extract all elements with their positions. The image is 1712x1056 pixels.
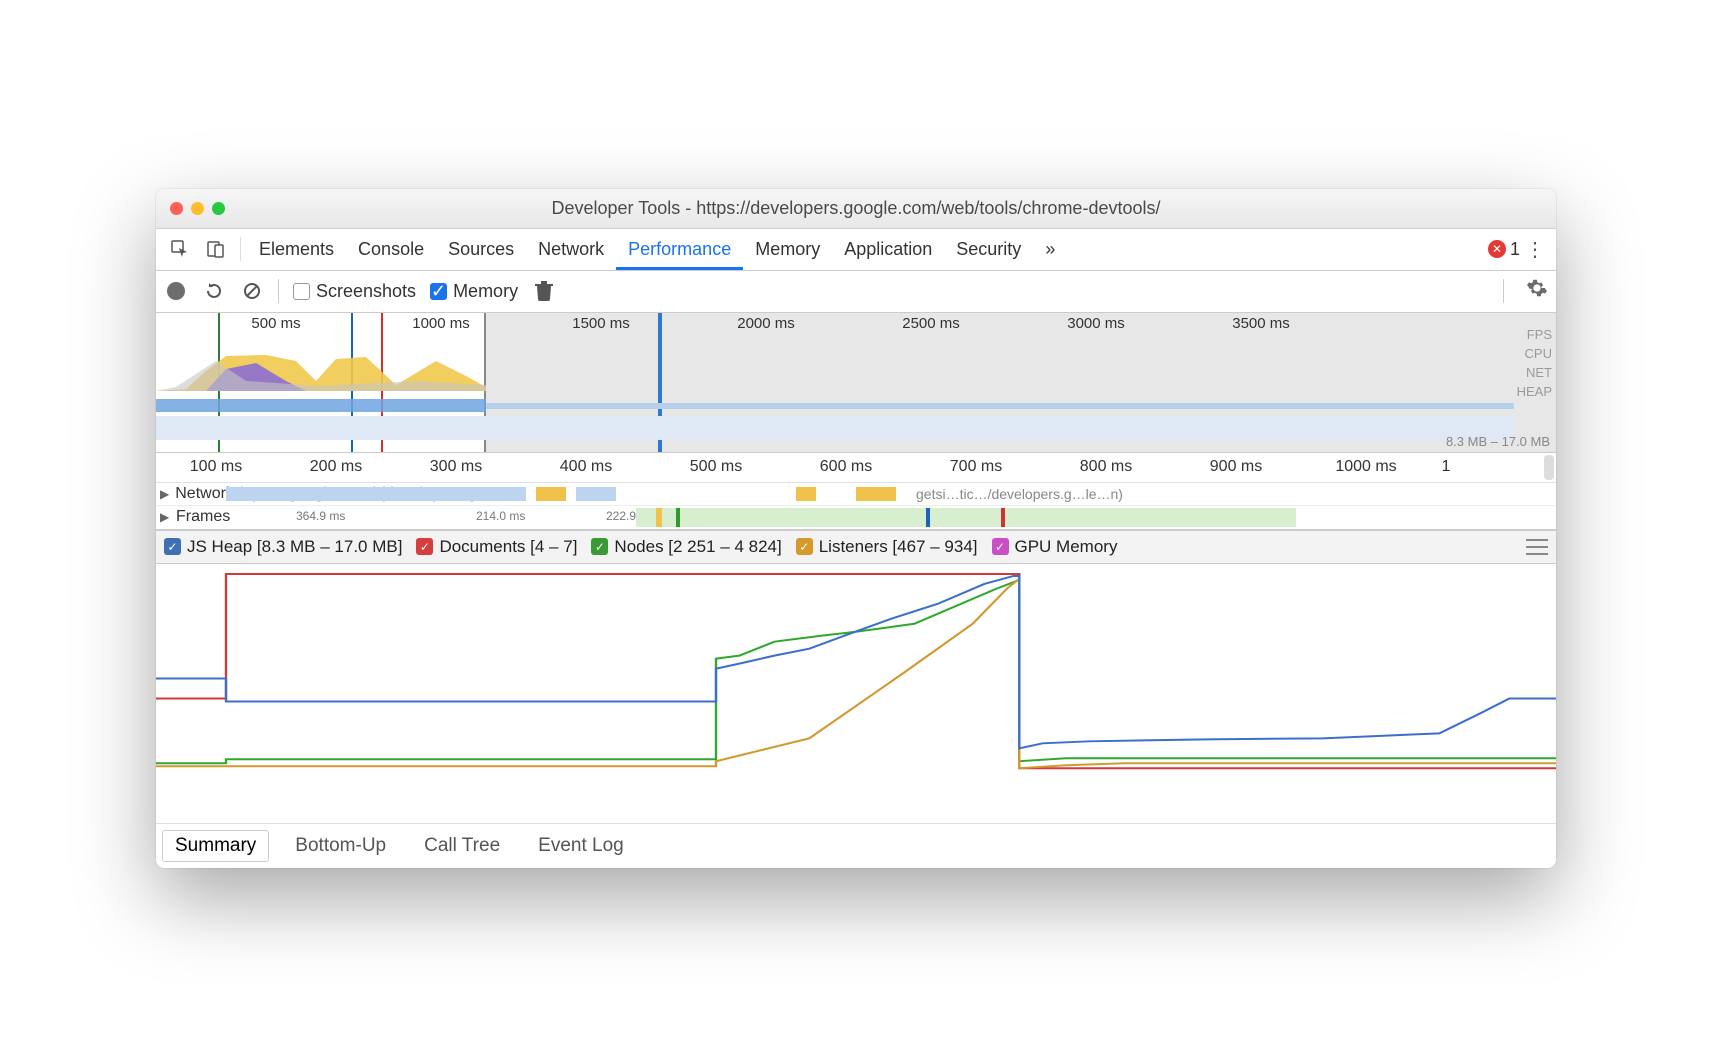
tab-summary[interactable]: Summary xyxy=(162,830,269,862)
ruler-tick: 1 xyxy=(1442,458,1451,476)
memory-graph[interactable] xyxy=(156,564,1556,824)
overview-net-rest xyxy=(486,403,1514,409)
lane-heap: HEAP xyxy=(1514,382,1552,401)
ruler-tick: 900 ms xyxy=(1210,458,1262,476)
tab-event-log[interactable]: Event Log xyxy=(526,831,636,861)
memory-checkbox[interactable]: ✓ Memory xyxy=(430,281,518,302)
frame-marker xyxy=(1001,508,1005,527)
clear-button[interactable] xyxy=(240,279,264,303)
ruler-tick: 600 ms xyxy=(820,458,872,476)
tabs-overflow-icon[interactable]: » xyxy=(1033,228,1067,270)
ruler-tick: 800 ms xyxy=(1080,458,1132,476)
settings-gear-icon[interactable] xyxy=(1526,277,1548,305)
tab-application[interactable]: Application xyxy=(832,228,944,270)
cpu-flame-area xyxy=(156,351,486,391)
network-segment[interactable] xyxy=(796,487,816,501)
devtools-window: Developer Tools - https://developers.goo… xyxy=(156,189,1556,868)
overview-ticks: 500 ms 1000 ms 1500 ms 2000 ms 2500 ms 3… xyxy=(156,315,1556,333)
record-button[interactable] xyxy=(164,279,188,303)
checkbox-icon xyxy=(293,283,310,300)
details-tabs: Summary Bottom-Up Call Tree Event Log xyxy=(156,824,1556,868)
overview-minimap[interactable]: 8.3 MB – 17.0 MB 500 ms 1000 ms 1500 ms … xyxy=(156,313,1556,453)
legend-menu-icon[interactable] xyxy=(1526,539,1548,555)
error-count: 1 xyxy=(1510,239,1520,260)
overview-lane-labels: FPS CPU NET HEAP xyxy=(1514,325,1556,401)
ov-tick: 3500 ms xyxy=(1232,315,1290,332)
trash-button[interactable] xyxy=(532,279,556,303)
divider xyxy=(278,279,279,303)
legend-documents[interactable]: ✓Documents [4 – 7] xyxy=(416,537,577,557)
kebab-menu-icon[interactable]: ⋮ xyxy=(1520,237,1550,262)
divider xyxy=(240,237,241,261)
track-frames[interactable]: ▶ Frames 364.9 ms 214.0 ms 222.9 ms xyxy=(156,505,1556,529)
overview-heap-area xyxy=(156,416,1514,440)
window-title: Developer Tools - https://developers.goo… xyxy=(156,198,1556,219)
screenshots-label: Screenshots xyxy=(316,281,416,302)
expand-triangle-icon[interactable]: ▶ xyxy=(160,510,169,524)
track-network[interactable]: ▶ Network lopers.google.com/ (developers… xyxy=(156,483,1556,505)
overview-net-bar xyxy=(156,399,486,412)
frame-marker xyxy=(656,508,662,527)
panel-tabs: Elements Console Sources Network Perform… xyxy=(156,229,1556,271)
expand-triangle-icon[interactable]: ▶ xyxy=(160,487,169,501)
tab-elements[interactable]: Elements xyxy=(247,228,346,270)
ruler-tick: 1000 ms xyxy=(1335,458,1396,476)
tab-bottom-up[interactable]: Bottom-Up xyxy=(283,831,398,861)
memory-legend: ✓JS Heap [8.3 MB – 17.0 MB] ✓Documents [… xyxy=(156,530,1556,564)
error-count-badge[interactable]: ✕ 1 xyxy=(1488,239,1520,260)
reload-record-button[interactable] xyxy=(202,279,226,303)
ruler-tick: 300 ms xyxy=(430,458,482,476)
ruler-tick: 500 ms xyxy=(690,458,742,476)
timeline-ruler[interactable]: 100 ms 200 ms 300 ms 400 ms 500 ms 600 m… xyxy=(156,453,1556,483)
scrollbar-vertical[interactable] xyxy=(1544,455,1554,480)
tab-call-tree[interactable]: Call Tree xyxy=(412,831,512,861)
ruler-tick: 200 ms xyxy=(310,458,362,476)
ov-tick: 2500 ms xyxy=(902,315,960,332)
overview-heap-range: 8.3 MB – 17.0 MB xyxy=(1446,434,1550,449)
network-segment[interactable] xyxy=(576,487,616,501)
checkbox-icon: ✓ xyxy=(430,283,447,300)
legend-listeners[interactable]: ✓Listeners [467 – 934] xyxy=(796,537,978,557)
device-toolbar-icon[interactable] xyxy=(201,234,231,264)
frame-time: 364.9 ms xyxy=(296,509,345,523)
track-frames-label: Frames xyxy=(176,508,230,526)
frames-area xyxy=(636,508,1296,527)
window-titlebar: Developer Tools - https://developers.goo… xyxy=(156,189,1556,229)
tab-console[interactable]: Console xyxy=(346,228,436,270)
ov-tick: 3000 ms xyxy=(1067,315,1125,332)
legend-gpu[interactable]: ✓GPU Memory xyxy=(992,537,1118,557)
flamechart-tracks[interactable]: ▶ Network lopers.google.com/ (developers… xyxy=(156,483,1556,530)
ruler-tick: 400 ms xyxy=(560,458,612,476)
network-segment[interactable] xyxy=(226,487,526,501)
ov-tick: 500 ms xyxy=(251,315,300,332)
tab-performance[interactable]: Performance xyxy=(616,228,743,270)
ruler-tick: 100 ms xyxy=(190,458,242,476)
lane-fps: FPS xyxy=(1514,325,1552,344)
lane-cpu: CPU xyxy=(1514,344,1552,363)
tab-memory[interactable]: Memory xyxy=(743,228,832,270)
error-icon: ✕ xyxy=(1488,240,1506,258)
ruler-tick: 700 ms xyxy=(950,458,1002,476)
divider xyxy=(1503,279,1504,303)
tab-network[interactable]: Network xyxy=(526,228,616,270)
memory-label: Memory xyxy=(453,281,518,302)
ov-tick: 1500 ms xyxy=(572,315,630,332)
legend-nodes[interactable]: ✓Nodes [2 251 – 4 824] xyxy=(591,537,781,557)
tab-sources[interactable]: Sources xyxy=(436,228,526,270)
perf-toolbar: Screenshots ✓ Memory xyxy=(156,271,1556,313)
frame-time: 214.0 ms xyxy=(476,509,525,523)
ov-tick: 2000 ms xyxy=(737,315,795,332)
ov-tick: 1000 ms xyxy=(412,315,470,332)
network-segment[interactable] xyxy=(856,487,896,501)
screenshots-checkbox[interactable]: Screenshots xyxy=(293,281,416,302)
memory-graph-svg xyxy=(156,564,1556,823)
track-network-right: getsi…tic…/developers.g…le…n) xyxy=(916,486,1123,502)
frame-marker xyxy=(926,508,930,527)
inspect-element-icon[interactable] xyxy=(165,234,195,264)
lane-net: NET xyxy=(1514,363,1552,382)
legend-jsheap[interactable]: ✓JS Heap [8.3 MB – 17.0 MB] xyxy=(164,537,402,557)
frame-marker xyxy=(676,508,680,527)
network-segment[interactable] xyxy=(536,487,566,501)
tab-security[interactable]: Security xyxy=(944,228,1033,270)
